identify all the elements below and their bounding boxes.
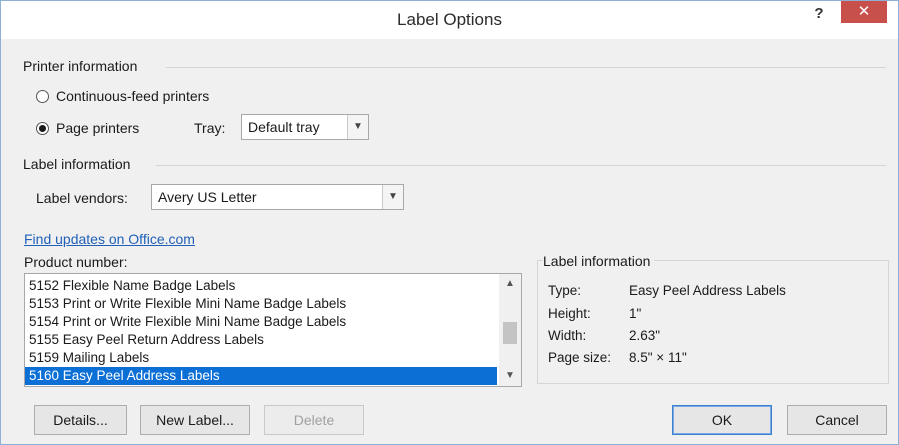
printer-info-title: Printer information bbox=[23, 58, 138, 74]
label-info-divider bbox=[156, 165, 886, 166]
page-printers-label: Page printers bbox=[56, 120, 140, 136]
list-scrollbar[interactable]: ▲ ▼ bbox=[499, 274, 521, 386]
product-list-items: 5152 Flexible Name Badge Labels 5153 Pri… bbox=[25, 277, 497, 385]
list-item[interactable]: 5152 Flexible Name Badge Labels bbox=[25, 277, 497, 295]
cancel-button[interactable]: Cancel bbox=[787, 405, 887, 435]
help-icon[interactable]: ? bbox=[804, 5, 834, 27]
page-size-label: Page size: bbox=[548, 350, 612, 365]
tray-value: Default tray bbox=[248, 119, 320, 135]
label-vendors-select[interactable]: Avery US Letter ▼ bbox=[151, 184, 404, 210]
width-label: Width: bbox=[548, 328, 587, 343]
page-size-value: 8.5" × 11" bbox=[629, 350, 687, 365]
tray-select[interactable]: Default tray ▼ bbox=[241, 114, 369, 140]
product-number-list[interactable]: 5152 Flexible Name Badge Labels 5153 Pri… bbox=[24, 273, 522, 387]
window-title: Label Options bbox=[397, 10, 502, 29]
type-label: Type: bbox=[548, 283, 582, 298]
label-vendors-value: Avery US Letter bbox=[158, 189, 257, 205]
product-number-label: Product number: bbox=[24, 254, 128, 270]
width-value: 2.63" bbox=[629, 328, 661, 343]
scroll-thumb[interactable] bbox=[503, 322, 517, 344]
scroll-down-icon[interactable]: ▼ bbox=[499, 366, 521, 386]
label-options-dialog: Label Options ? ✕ Printer information Co… bbox=[0, 0, 899, 445]
list-item[interactable]: 5154 Print or Write Flexible Mini Name B… bbox=[25, 313, 497, 331]
new-label-button[interactable]: New Label... bbox=[140, 405, 250, 435]
ok-button[interactable]: OK bbox=[672, 405, 772, 435]
height-value: 1" bbox=[629, 306, 642, 321]
list-item[interactable]: 5155 Easy Peel Return Address Labels bbox=[25, 331, 497, 349]
title-bar: Label Options ? ✕ bbox=[1, 1, 898, 39]
continuous-feed-radio-row[interactable]: Continuous-feed printers bbox=[36, 88, 209, 104]
type-value: Easy Peel Address Labels bbox=[629, 283, 786, 298]
list-item-selected[interactable]: 5160 Easy Peel Address Labels bbox=[25, 367, 497, 385]
close-icon[interactable]: ✕ bbox=[841, 1, 887, 23]
tray-label: Tray: bbox=[194, 120, 226, 136]
delete-button[interactable]: Delete bbox=[264, 405, 364, 435]
label-details-panel bbox=[537, 260, 889, 384]
list-item[interactable]: 5159 Mailing Labels bbox=[25, 349, 497, 367]
height-label: Height: bbox=[548, 306, 591, 321]
chevron-down-icon[interactable]: ▼ bbox=[347, 115, 368, 139]
page-printers-radio-row[interactable]: Page printers bbox=[36, 120, 139, 136]
find-updates-link[interactable]: Find updates on Office.com bbox=[24, 231, 195, 247]
continuous-feed-radio[interactable] bbox=[36, 89, 49, 103]
details-button[interactable]: Details... bbox=[34, 405, 127, 435]
scroll-up-icon[interactable]: ▲ bbox=[499, 274, 521, 294]
label-details-title: Label information bbox=[543, 253, 655, 269]
chevron-down-icon[interactable]: ▼ bbox=[382, 185, 403, 209]
printer-info-divider bbox=[166, 67, 886, 68]
page-printers-radio[interactable] bbox=[36, 121, 49, 135]
label-vendors-label: Label vendors: bbox=[36, 190, 128, 206]
list-item[interactable]: 5153 Print or Write Flexible Mini Name B… bbox=[25, 295, 497, 313]
continuous-feed-label: Continuous-feed printers bbox=[56, 88, 210, 104]
label-info-title: Label information bbox=[23, 156, 131, 172]
